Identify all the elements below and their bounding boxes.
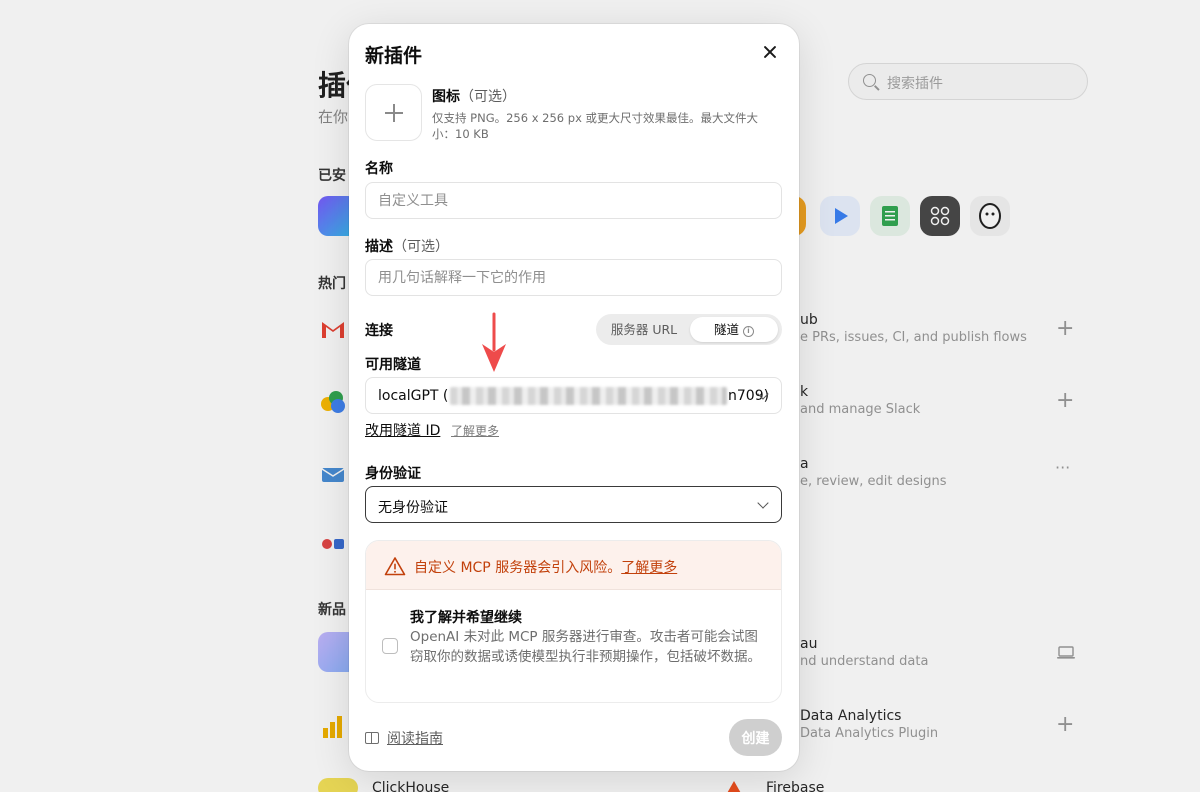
- description-input[interactable]: [365, 259, 782, 296]
- dialog-title: 新插件: [365, 45, 423, 67]
- row-subtitle: and manage Slack: [800, 402, 921, 417]
- row-title: Data Analytics: [800, 708, 902, 724]
- apps-grid-icon[interactable]: [920, 196, 960, 236]
- acknowledge-title: 我了解并希望继续: [410, 610, 522, 626]
- gmail-icon[interactable]: [318, 310, 348, 350]
- acknowledge-description: OpenAI 未对此 MCP 服务器进行审查。攻击者可能会试图窃取你的数据或诱使…: [410, 629, 761, 665]
- section-new: 新品: [318, 602, 346, 618]
- chevron-down-icon: [757, 497, 769, 509]
- row-subtitle: Data Analytics Plugin: [800, 726, 939, 741]
- section-popular: 热门: [318, 276, 346, 292]
- row-title: Firebase: [766, 780, 825, 792]
- tunnel-select[interactable]: localGPT ( n709): [365, 377, 782, 414]
- info-icon[interactable]: i: [743, 326, 754, 337]
- icon-upload-button[interactable]: [365, 84, 422, 141]
- annotation-arrow-icon: [482, 312, 506, 372]
- auth-field-label: 身份验证: [365, 466, 421, 482]
- connection-type-toggle: 服务器 URL 隧道 i: [596, 314, 782, 345]
- row-subtitle: nd understand data: [800, 654, 929, 669]
- risk-learn-more-link[interactable]: 了解更多: [621, 560, 677, 576]
- row-subtitle: e PRs, issues, CI, and publish flows: [800, 330, 1027, 345]
- row-title: k: [800, 384, 809, 400]
- risk-warning-banner: 自定义 MCP 服务器会引入风险。了解更多: [366, 541, 781, 590]
- tunnel-select-value: localGPT (: [378, 388, 449, 404]
- read-guide-link[interactable]: 阅读指南: [365, 728, 443, 748]
- tunnel-learn-more-link[interactable]: 了解更多: [451, 422, 499, 439]
- mail-app-icon[interactable]: [318, 454, 348, 494]
- play-app-icon[interactable]: [820, 196, 860, 236]
- warning-triangle-icon: [384, 557, 406, 576]
- add-plugin-button[interactable]: +: [1056, 714, 1074, 736]
- firebase-icon[interactable]: [722, 780, 746, 792]
- page-subtitle: 在你: [318, 108, 349, 126]
- clickhouse-label: ClickHouse: [372, 780, 450, 792]
- plugin-app-icon[interactable]: [318, 524, 348, 564]
- ghost-app-icon[interactable]: [970, 196, 1010, 236]
- name-field-label: 名称: [365, 161, 393, 177]
- name-input[interactable]: [365, 182, 782, 219]
- icon-field-label: 图标（可选）: [432, 89, 516, 105]
- auth-select-value: 无身份验证: [378, 500, 448, 516]
- row-title: ub: [800, 312, 818, 328]
- search-placeholder: 搜索插件: [887, 76, 943, 92]
- add-plugin-button[interactable]: +: [1056, 318, 1074, 340]
- create-button[interactable]: 创建: [729, 719, 782, 756]
- book-icon: [365, 732, 379, 744]
- auth-select[interactable]: 无身份验证: [365, 486, 782, 523]
- row-title: a: [800, 456, 809, 472]
- icon-field-hint: 仅支持 PNG。256 x 256 px 或更大尺寸效果最佳。最大文件大小：10…: [432, 111, 759, 141]
- redacted-tunnel-id: [450, 387, 727, 405]
- description-field-label: 描述（可选）: [365, 239, 449, 255]
- sheets-app-icon[interactable]: [870, 196, 910, 236]
- clickhouse-icon[interactable]: [318, 778, 358, 792]
- new-plugin-dialog: 新插件 图标（可选） 仅支持 PNG。256 x 256 px 或更大尺寸效果最…: [349, 24, 799, 771]
- risk-warning-text: 自定义 MCP 服务器会引入风险。: [414, 560, 622, 576]
- row-subtitle: e, review, edit designs: [800, 474, 947, 489]
- add-plugin-button[interactable]: +: [1056, 390, 1074, 412]
- analytics-chart-icon[interactable]: [318, 706, 348, 746]
- risk-warning-card: 自定义 MCP 服务器会引入风险。了解更多 我了解并希望继续 OpenAI 未对…: [365, 540, 782, 703]
- close-icon[interactable]: [760, 42, 780, 62]
- server-url-option[interactable]: 服务器 URL: [600, 317, 688, 342]
- acknowledge-checkbox[interactable]: [382, 638, 398, 654]
- google-drive-icon[interactable]: [318, 382, 348, 422]
- use-tunnel-id-link[interactable]: 改用隧道 ID: [365, 420, 440, 440]
- laptop-icon[interactable]: [1056, 645, 1076, 665]
- row-title: au: [800, 636, 818, 652]
- plugin-search[interactable]: 搜索插件: [848, 63, 1088, 100]
- more-options-button[interactable]: ···: [1055, 460, 1070, 476]
- tunnel-field-label: 可用隧道: [365, 357, 421, 373]
- search-icon: [863, 74, 876, 87]
- connection-label: 连接: [365, 323, 393, 339]
- section-installed: 已安: [318, 168, 346, 184]
- tunnel-option[interactable]: 隧道 i: [690, 317, 778, 342]
